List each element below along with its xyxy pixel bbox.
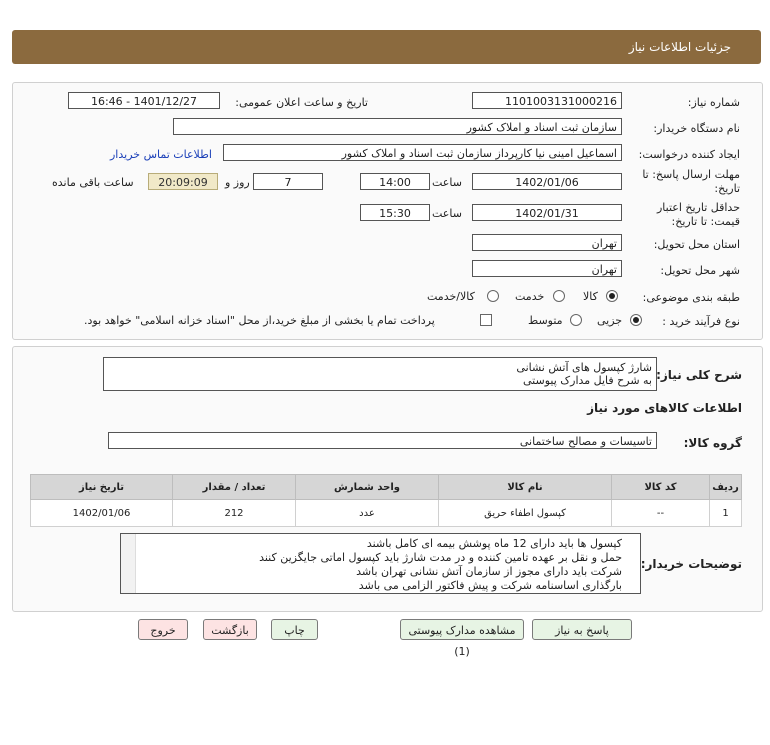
page-title: جزئیات اطلاعات نیاز xyxy=(628,40,731,54)
reply-deadline-label-2: تاریخ: xyxy=(714,182,740,195)
buyer-contact-link[interactable]: اطلاعات تماس خریدار xyxy=(110,148,212,161)
page-header: جزئیات اطلاعات نیاز xyxy=(12,30,761,64)
col-row: ردیف xyxy=(709,474,742,500)
cell-date: 1402/01/06 xyxy=(30,499,173,527)
remaining-time-field: 20:09:09 xyxy=(148,173,218,190)
notes-line-3: شرکت باید دارای مجوز از سازمان آتش نشانی… xyxy=(356,565,622,578)
buyer-notes-field[interactable]: کپسول ها باید دارای 12 ماه پوشش بیمه ای … xyxy=(120,533,641,594)
category-goods-label: کالا xyxy=(583,290,598,303)
purchase-type-label: نوع فرآیند خرید : xyxy=(662,315,740,328)
cell-name: کپسول اطفاء حریق xyxy=(438,499,612,527)
reply-days-field: 7 xyxy=(253,173,323,190)
reply-button[interactable]: پاسخ به نیاز xyxy=(532,619,632,640)
view-documents-button[interactable]: مشاهده مدارک پیوستی (1) xyxy=(400,619,524,658)
days-label: روز و xyxy=(225,176,250,189)
requester-label: ایجاد کننده درخواست: xyxy=(638,148,740,161)
reply-deadline-label: مهلت ارسال پاسخ: تا xyxy=(642,168,740,181)
city-field: تهران xyxy=(472,260,622,277)
notes-line-4: بارگذاری اساسنامه شرکت و پیش فاکتور الزا… xyxy=(358,579,622,592)
treasury-payment-checkbox[interactable] xyxy=(480,314,492,326)
need-number-label: شماره نیاز: xyxy=(687,96,740,109)
summary-line-1: شارژ کپسول های آتش نشانی xyxy=(516,361,652,374)
province-label: استان محل تحویل: xyxy=(653,238,740,251)
col-date: تاریخ نیاز xyxy=(30,474,173,500)
category-label: طبقه بندی موضوعی: xyxy=(642,291,740,304)
table-header-row: ردیف کد کالا نام کالا واحد شمارش تعداد /… xyxy=(30,474,742,500)
notes-scrollbar[interactable] xyxy=(121,534,136,593)
cell-code: -- xyxy=(611,499,710,527)
purchase-minor-label: جزیی xyxy=(597,314,623,327)
city-label: شهر محل تحویل: xyxy=(660,264,740,277)
purchase-medium-radio[interactable] xyxy=(570,314,582,326)
col-name: نام کالا xyxy=(438,474,612,500)
print-button[interactable]: چاپ xyxy=(271,619,318,640)
cell-qty: 212 xyxy=(172,499,296,527)
exit-button[interactable]: خروج xyxy=(138,619,188,640)
buyer-org-field: سازمان ثبت اسناد و املاک کشور xyxy=(173,118,622,135)
summary-field: شارژ کپسول های آتش نشانی به شرح فایل مدا… xyxy=(103,357,657,391)
category-goods-service-radio[interactable] xyxy=(487,290,499,302)
remaining-label: ساعت باقی مانده xyxy=(52,176,134,189)
category-goods-service-label: کالا/خدمت xyxy=(427,290,475,303)
items-table: ردیف کد کالا نام کالا واحد شمارش تعداد /… xyxy=(30,474,742,527)
notes-line-1: کپسول ها باید دارای 12 ماه پوشش بیمه ای … xyxy=(366,537,622,550)
category-service-radio[interactable] xyxy=(553,290,565,302)
purchase-minor-radio[interactable] xyxy=(630,314,642,326)
category-service-label: خدمت xyxy=(515,290,545,303)
cell-row: 1 xyxy=(709,499,742,527)
validity-label-2: قیمت: تا تاریخ: xyxy=(671,215,740,228)
announce-datetime-label: تاریخ و ساعت اعلان عمومی: xyxy=(235,96,368,109)
cell-unit: عدد xyxy=(295,499,439,527)
treasury-payment-note: پرداخت تمام یا بخشی از مبلغ خرید،از محل … xyxy=(84,314,435,327)
goods-info-title: اطلاعات کالاهای مورد نیاز xyxy=(587,401,742,415)
requester-field: اسماعیل امینی نیا کارپرداز سازمان ثبت اس… xyxy=(223,144,622,161)
buyer-notes-label: توضیحات خریدار: xyxy=(640,557,742,571)
reply-deadline-time: 14:00 xyxy=(360,173,430,190)
table-row[interactable]: 1 -- کپسول اطفاء حریق عدد 212 1402/01/06 xyxy=(30,499,742,527)
goods-group-label: گروه کالا: xyxy=(683,436,742,450)
buyer-org-label: نام دستگاه خریدار: xyxy=(653,122,740,135)
category-goods-radio[interactable] xyxy=(606,290,618,302)
announce-datetime-field: 1401/12/27 - 16:46 xyxy=(68,92,220,109)
reply-deadline-date: 1402/01/06 xyxy=(472,173,622,190)
validity-time: 15:30 xyxy=(360,204,430,221)
summary-label: شرح کلی نیاز: xyxy=(656,368,742,382)
back-button[interactable]: بازگشت xyxy=(203,619,257,640)
col-unit: واحد شمارش xyxy=(295,474,439,500)
summary-line-2: به شرح فایل مدارک پیوستی xyxy=(523,374,652,387)
province-field: تهران xyxy=(472,234,622,251)
col-code: کد کالا xyxy=(611,474,710,500)
notes-line-2: حمل و نقل بر عهده تامین کننده و در مدت ش… xyxy=(259,551,622,564)
validity-label: حداقل تاریخ اعتبار xyxy=(656,201,740,214)
need-number-field: 1101003131000216 xyxy=(472,92,622,109)
reply-time-label: ساعت xyxy=(432,176,462,189)
col-qty: تعداد / مقدار xyxy=(172,474,296,500)
goods-group-field: تاسیسات و مصالح ساختمانی xyxy=(108,432,657,449)
purchase-medium-label: متوسط xyxy=(528,314,563,327)
validity-date: 1402/01/31 xyxy=(472,204,622,221)
validity-time-label: ساعت xyxy=(432,207,462,220)
